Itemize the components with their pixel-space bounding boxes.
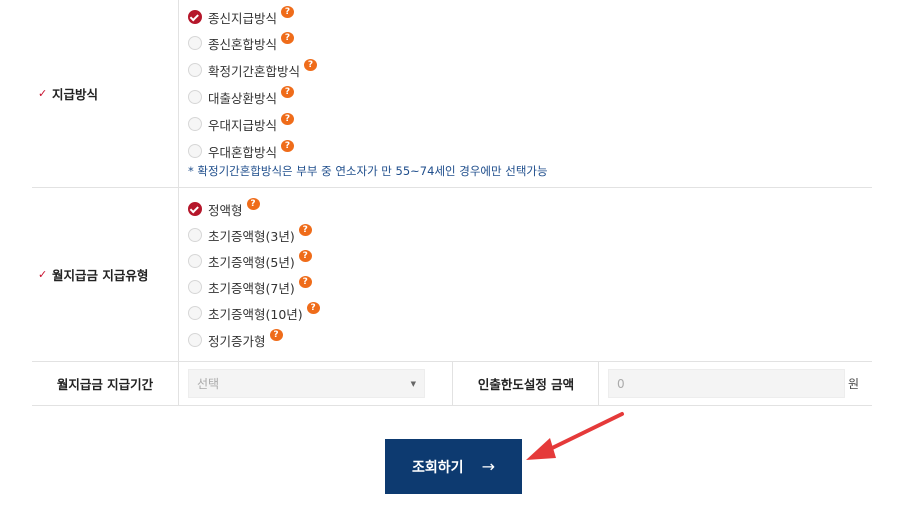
radio-icon[interactable] xyxy=(188,117,202,131)
period-select-value: 선택 xyxy=(197,377,220,391)
column-divider xyxy=(178,0,179,187)
option-periodic-increase[interactable]: 정기증가형 ? xyxy=(188,329,283,350)
radio-icon[interactable] xyxy=(188,306,202,320)
monthly-type-label: 월지급금 지급유형 xyxy=(52,268,149,283)
payment-method-label: 지급방식 xyxy=(52,87,99,102)
payment-method-row: ✓ 지급방식 종신지급방식 ? 종신혼합방식 ? 확정기간혼합방식 ? 대출상환… xyxy=(32,0,872,187)
help-icon[interactable]: ? xyxy=(306,302,320,314)
column-divider xyxy=(178,362,179,405)
period-label: 월지급금 지급기간 xyxy=(56,377,154,392)
help-icon[interactable]: ? xyxy=(281,113,295,125)
option-label: 확정기간혼합방식 xyxy=(208,63,301,79)
option-early-increase-3y[interactable]: 초기증액형(3년) ? xyxy=(188,224,312,245)
option-label: 초기증액형(5년) xyxy=(208,254,295,270)
option-fixed-term-mixed[interactable]: 확정기간혼합방식 ? xyxy=(188,59,318,80)
dropdown-arrow-icon: ▼ xyxy=(410,379,416,388)
help-icon[interactable]: ? xyxy=(298,250,312,262)
help-icon[interactable]: ? xyxy=(269,329,283,341)
radio-icon[interactable] xyxy=(188,333,202,347)
option-label: 대출상환방식 xyxy=(208,90,278,106)
search-button-label: 조회하기 xyxy=(412,459,464,476)
option-lifetime-mixed[interactable]: 종신혼합방식 ? xyxy=(188,32,295,53)
help-icon[interactable]: ? xyxy=(298,224,312,236)
row-divider xyxy=(32,405,872,406)
option-early-increase-10y[interactable]: 초기증액형(10년) ? xyxy=(188,302,320,323)
help-icon[interactable]: ? xyxy=(298,276,312,288)
option-label: 종신혼합방식 xyxy=(208,36,278,52)
help-icon[interactable]: ? xyxy=(281,32,295,44)
option-label: 정액형 xyxy=(208,202,243,218)
option-label: 종신지급방식 xyxy=(208,10,278,26)
radio-selected-icon[interactable] xyxy=(188,202,202,216)
check-icon: ✓ xyxy=(38,87,48,100)
radio-icon[interactable] xyxy=(188,144,202,158)
option-label: 초기증액형(10년) xyxy=(208,306,303,322)
option-preferred-mixed[interactable]: 우대혼합방식 ? xyxy=(188,140,295,161)
payment-method-note: * 확정기간혼합방식은 부부 중 연소자가 만 55~74세인 경우에만 선택가… xyxy=(188,164,548,178)
option-loan-repayment[interactable]: 대출상환방식 ? xyxy=(188,86,295,107)
option-label: 초기증액형(3년) xyxy=(208,228,295,244)
option-fixed-amount[interactable]: 정액형 ? xyxy=(188,198,260,219)
help-icon[interactable]: ? xyxy=(246,198,260,210)
limit-amount-value: 0 xyxy=(617,376,625,391)
help-icon[interactable]: ? xyxy=(304,59,318,71)
radio-selected-icon[interactable] xyxy=(188,10,202,24)
unit-label: 원 xyxy=(848,377,860,391)
option-early-increase-5y[interactable]: 초기증액형(5년) ? xyxy=(188,250,312,271)
option-preferred-payment[interactable]: 우대지급방식 ? xyxy=(188,113,295,134)
check-icon: ✓ xyxy=(38,268,48,281)
radio-icon[interactable] xyxy=(188,36,202,50)
help-icon[interactable]: ? xyxy=(281,6,295,18)
option-label: 정기증가형 xyxy=(208,333,266,349)
period-row: 월지급금 지급기간 선택 ▼ 인출한도설정 금액 0 원 xyxy=(32,362,872,405)
help-icon[interactable]: ? xyxy=(281,86,295,98)
monthly-type-label-cell: ✓ 월지급금 지급유형 xyxy=(32,188,178,361)
column-divider xyxy=(598,362,599,405)
limit-amount-label: 인출한도설정 금액 xyxy=(477,377,575,392)
radio-icon[interactable] xyxy=(188,280,202,294)
period-select[interactable]: 선택 ▼ xyxy=(188,369,425,398)
help-icon[interactable]: ? xyxy=(281,140,295,152)
option-label: 우대혼합방식 xyxy=(208,144,278,160)
option-early-increase-7y[interactable]: 초기증액형(7년) ? xyxy=(188,276,312,297)
pointer-arrow-icon xyxy=(526,412,624,460)
radio-icon[interactable] xyxy=(188,90,202,104)
option-lifetime-payment[interactable]: 종신지급방식 ? xyxy=(188,6,295,27)
search-button[interactable]: 조회하기 → xyxy=(385,439,522,494)
option-label: 초기증액형(7년) xyxy=(208,280,295,296)
radio-icon[interactable] xyxy=(188,228,202,242)
limit-amount-input[interactable]: 0 xyxy=(608,369,845,398)
radio-icon[interactable] xyxy=(188,63,202,77)
option-label: 우대지급방식 xyxy=(208,117,278,133)
arrow-right-icon: → xyxy=(481,457,495,476)
radio-icon[interactable] xyxy=(188,254,202,268)
column-divider xyxy=(178,188,179,361)
monthly-type-row: ✓ 월지급금 지급유형 정액형 ? 초기증액형(3년) ? 초기증액형(5년) … xyxy=(32,188,872,361)
payment-method-label-cell: ✓ 지급방식 xyxy=(32,0,178,187)
